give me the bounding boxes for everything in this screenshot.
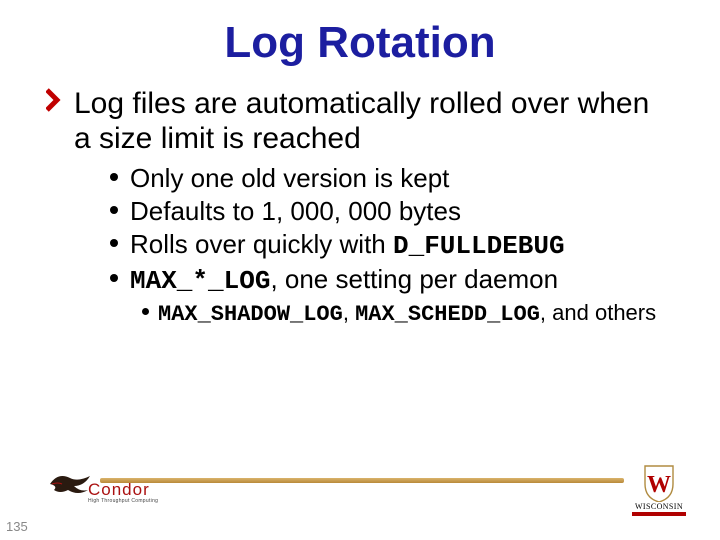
bullet-level1: Log files are automatically rolled over … bbox=[46, 86, 674, 157]
bullet-l2-item: Rolls over quickly with D_FULLDEBUG bbox=[110, 229, 674, 262]
bullet-l2-item: Only one old version is kept bbox=[110, 163, 674, 194]
bullet-l3-item: MAX_SHADOW_LOG, MAX_SCHEDD_LOG, and othe… bbox=[142, 300, 674, 328]
bullet-l2-group: Only one old version is kept Defaults to… bbox=[46, 163, 674, 298]
bullet-l2-item: MAX_*_LOG, one setting per daemon bbox=[110, 264, 674, 297]
bullet-dot-icon bbox=[110, 239, 118, 247]
page-number: 135 bbox=[6, 519, 28, 534]
slide: Log Rotation Log files are automatically… bbox=[0, 0, 720, 540]
svg-text:W: W bbox=[647, 472, 671, 498]
code-text: D_FULLDEBUG bbox=[393, 231, 565, 261]
chevron-icon bbox=[46, 88, 68, 118]
code-text: MAX_*_LOG bbox=[130, 266, 270, 296]
wisconsin-logo-text: WISCONSIN bbox=[632, 503, 686, 511]
bullet-l2-text: , one setting per daemon bbox=[270, 264, 558, 294]
bullet-dot-icon bbox=[110, 274, 118, 282]
crest-icon: W bbox=[641, 462, 677, 502]
bullet-l2-item: Defaults to 1, 000, 000 bytes bbox=[110, 196, 674, 227]
bullet-l3-text: , and others bbox=[540, 300, 656, 325]
bullet-dot-icon bbox=[110, 173, 118, 181]
bullet-dot-icon bbox=[110, 206, 118, 214]
condor-logo: Condor High Throughput Computing bbox=[48, 470, 178, 514]
wisconsin-logo: W WISCONSIN bbox=[632, 462, 686, 516]
slide-title: Log Rotation bbox=[46, 18, 674, 68]
bullet-dot-icon bbox=[142, 308, 149, 315]
bullet-l2-text: Rolls over quickly with bbox=[130, 229, 393, 259]
bullet-l1-text: Log files are automatically rolled over … bbox=[74, 87, 649, 155]
bullet-l3-group: MAX_SHADOW_LOG, MAX_SCHEDD_LOG, and othe… bbox=[46, 300, 674, 328]
condor-logo-subtext: High Throughput Computing bbox=[88, 498, 158, 504]
bird-icon bbox=[48, 470, 92, 505]
code-text: MAX_SHADOW_LOG bbox=[158, 302, 343, 327]
divider bbox=[100, 478, 624, 483]
footer: Condor High Throughput Computing W WISCO… bbox=[0, 462, 720, 514]
condor-logo-text: Condor bbox=[88, 480, 150, 500]
bullet-l3-text: , bbox=[343, 300, 355, 325]
code-text: MAX_SCHEDD_LOG bbox=[355, 302, 540, 327]
bullet-l2-text: Defaults to 1, 000, 000 bytes bbox=[130, 196, 461, 226]
bullet-l2-text: Only one old version is kept bbox=[130, 163, 449, 193]
wisconsin-logo-bar bbox=[632, 512, 686, 516]
